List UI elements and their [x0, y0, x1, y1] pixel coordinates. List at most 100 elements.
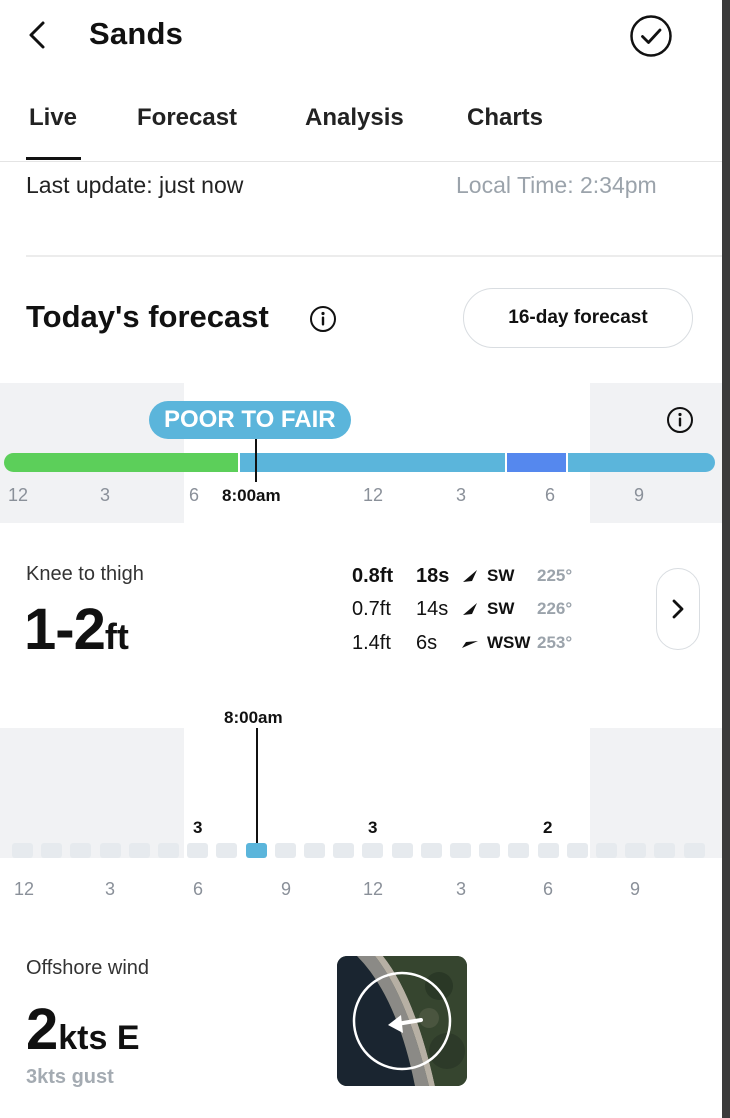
rating-info-icon[interactable] — [666, 406, 694, 434]
time-tick: 6 — [189, 485, 200, 505]
time-tick: 3 — [100, 485, 111, 505]
window-edge — [722, 0, 730, 1118]
chart-time-tick: 6 — [193, 879, 204, 899]
current-time-line — [255, 439, 257, 482]
tab-analysis[interactable]: Analysis — [305, 104, 404, 132]
swell-period: 14s — [416, 597, 449, 620]
height-bar — [450, 843, 471, 858]
divider — [26, 255, 722, 257]
swell-period: 6s — [416, 631, 438, 654]
wind-speed-value: 2 — [26, 997, 59, 1062]
height-bar — [391, 843, 413, 858]
check-circle-icon — [630, 15, 672, 57]
height-bar — [625, 843, 647, 858]
swell-details-button[interactable] — [656, 568, 700, 650]
wind-label: Offshore wind — [26, 957, 150, 979]
chart-current-time-line — [256, 728, 258, 844]
height-bar — [216, 843, 238, 858]
back-button[interactable] — [22, 18, 52, 52]
page-title: Sands — [89, 16, 184, 51]
swell-height: 0.8ft — [352, 564, 394, 587]
chart-time-tick: 9 — [630, 879, 641, 899]
swell-direction-arrow-icon — [461, 568, 481, 584]
last-update-text: Last update: just now — [26, 172, 244, 198]
height-bar — [537, 843, 559, 858]
time-tick: 6 — [545, 485, 556, 505]
tab-forecast[interactable]: Forecast — [137, 104, 237, 132]
chart-time-tick: 12 — [14, 879, 35, 899]
bar-value-label: 3 — [368, 818, 378, 837]
time-tick: 9 — [634, 485, 645, 505]
section-heading: Today's forecast — [26, 299, 269, 334]
rating-badge: POOR TO FAIR — [149, 401, 351, 439]
height-bar — [420, 843, 442, 858]
height-bar — [566, 843, 588, 858]
swell-period: 18s — [416, 564, 450, 587]
swell-direction-arrow-icon — [461, 601, 481, 617]
swell-height: 1.4ft — [352, 631, 391, 654]
swell-direction: WSW — [487, 633, 531, 652]
night-shade-left — [0, 728, 184, 858]
chart-time-tick: 9 — [281, 879, 292, 899]
local-time-text: Local Time: 2:34pm — [456, 172, 657, 198]
tab-charts[interactable]: Charts — [467, 104, 543, 132]
swell-direction-arrow-icon — [461, 635, 481, 651]
height-bar-current — [245, 843, 267, 858]
chart-time-tick: 3 — [456, 879, 467, 899]
height-bar — [596, 843, 617, 858]
rating-segment-poor — [507, 453, 566, 472]
wind-speed-unit: kts — [58, 1019, 108, 1057]
wind-map-thumbnail[interactable] — [337, 956, 467, 1086]
chevron-left-icon — [29, 21, 45, 49]
height-bar — [333, 843, 355, 858]
swell-height: 0.7ft — [352, 597, 391, 620]
bar-value-label: 3 — [193, 818, 203, 837]
info-icon[interactable] — [309, 305, 337, 333]
chart-time-tick: 12 — [363, 879, 384, 899]
time-tick: 3 — [456, 485, 467, 505]
surf-description: Knee to thigh — [26, 563, 144, 585]
time-tick: 12 — [8, 485, 29, 505]
surf-height: 1-2ft — [24, 596, 129, 663]
rating-segment-fair — [4, 453, 238, 472]
swell-row: 0.7ft 14s SW 226° — [352, 595, 572, 623]
height-bar — [362, 843, 384, 858]
height-bar — [187, 843, 209, 858]
active-tab-indicator — [26, 157, 81, 160]
chevron-right-icon — [672, 599, 684, 619]
wind-direction: E — [116, 1019, 140, 1057]
current-time-label: 8:00am — [222, 486, 281, 505]
wind-gust: 3kts gust — [26, 1066, 114, 1088]
height-bar — [70, 843, 92, 858]
height-bar — [41, 843, 63, 858]
swell-degrees: 226° — [537, 599, 573, 618]
swell-direction: SW — [487, 599, 515, 618]
tab-bar: Live Forecast Analysis Charts — [0, 96, 722, 162]
height-bar — [479, 843, 501, 858]
swell-degrees: 253° — [537, 633, 573, 652]
sixteen-day-forecast-button[interactable]: 16-day forecast — [463, 288, 693, 348]
surf-height-unit: ft — [104, 616, 129, 657]
height-bar — [654, 843, 676, 858]
wind-speed: 2kts E — [26, 996, 140, 1063]
chart-current-time-label: 8:00am — [224, 708, 283, 727]
tab-live[interactable]: Live — [29, 104, 77, 132]
swell-degrees: 225° — [537, 566, 573, 585]
chart-time-tick: 6 — [543, 879, 554, 899]
chart-time-tick: 3 — [105, 879, 116, 899]
rating-segment-poor-to-fair — [568, 453, 715, 472]
swell-direction: SW — [487, 566, 515, 585]
height-bar — [158, 843, 179, 858]
surf-height-value: 1-2 — [24, 597, 106, 662]
night-shade-right — [590, 728, 722, 858]
height-bar — [12, 843, 33, 858]
height-bar — [508, 843, 530, 858]
swell-row: 1.4ft 6s WSW 253° — [352, 629, 572, 657]
rating-segment-poor-to-fair — [240, 453, 505, 472]
time-tick: 12 — [363, 485, 384, 505]
height-bar — [304, 843, 325, 858]
height-bar — [683, 843, 705, 858]
swell-row: 0.8ft 18s SW 225° — [352, 562, 572, 590]
favorite-check-button[interactable] — [629, 14, 673, 58]
bar-value-label: 2 — [543, 818, 553, 837]
